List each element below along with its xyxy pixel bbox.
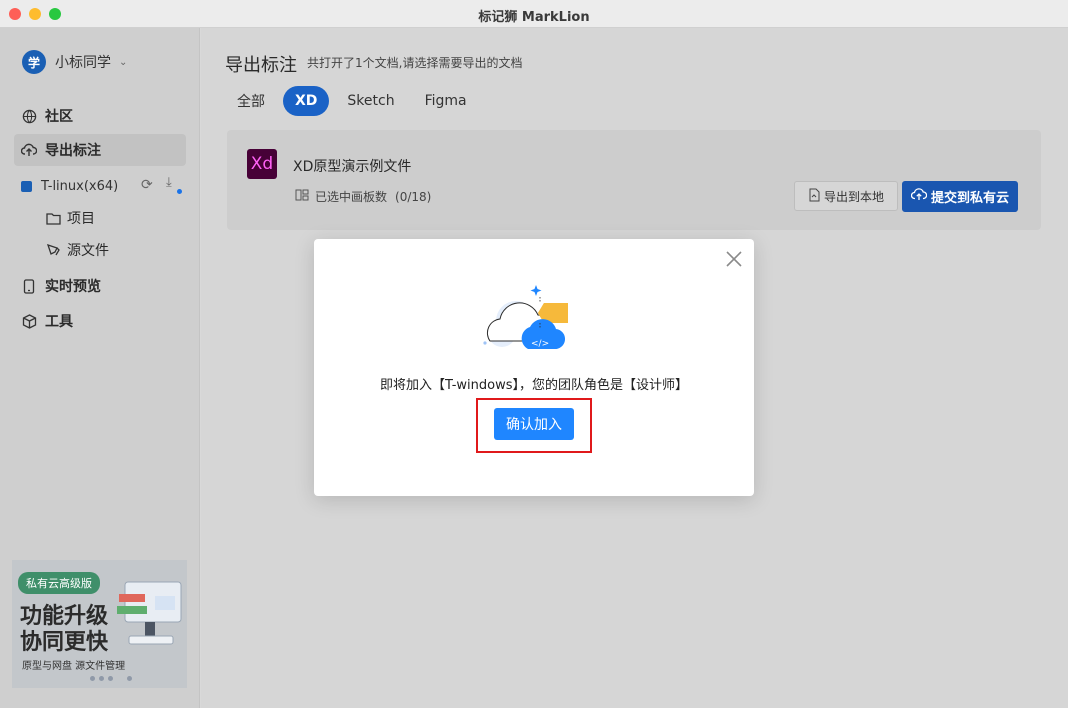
xd-logo-icon: Xd bbox=[247, 149, 277, 179]
export-file-icon bbox=[808, 188, 820, 205]
download-icon[interactable]: ⤓ bbox=[166, 175, 172, 190]
cloud-code-illustration-icon: </> bbox=[483, 285, 568, 350]
selected-artboards: 已选中画板数 (0/18) bbox=[295, 188, 431, 205]
tab-figma[interactable]: Figma bbox=[413, 86, 479, 116]
chevron-down-icon: ⌄ bbox=[119, 56, 128, 68]
avatar: 学 bbox=[22, 50, 46, 74]
window-title: 标记狮 MarkLion bbox=[478, 10, 590, 25]
user-name: 小标同学 bbox=[55, 55, 111, 71]
artboard-icon bbox=[295, 189, 309, 204]
promo-banner[interactable]: 私有云高级版 功能升级 协同更快 原型与网盘 源文件管理 bbox=[12, 560, 187, 688]
phone-icon bbox=[21, 278, 37, 294]
team-item[interactable]: T-linux(x64) ⟳ ⤓ bbox=[21, 175, 191, 195]
button-label: 导出到本地 bbox=[823, 189, 884, 204]
file-card: Xd XD原型演示例文件 已选中画板数 (0/18) 导出到本地 提交到私有云 bbox=[227, 130, 1041, 230]
cloud-upload-icon bbox=[910, 188, 928, 205]
user-menu[interactable]: 学 小标同学 ⌄ bbox=[22, 50, 127, 74]
sidebar-item-tools[interactable]: 工具 bbox=[14, 305, 186, 337]
team-name: T-linux(x64) bbox=[41, 178, 119, 194]
selected-label: 已选中画板数 bbox=[315, 190, 388, 204]
promo-badge: 私有云高级版 bbox=[18, 572, 100, 594]
tab-xd[interactable]: XD bbox=[283, 86, 330, 116]
button-label: 提交到私有云 bbox=[930, 191, 1009, 206]
notification-dot bbox=[177, 189, 182, 194]
page-title: 导出标注 bbox=[225, 55, 297, 76]
carousel-indicator[interactable] bbox=[90, 676, 132, 681]
submit-cloud-button[interactable]: 提交到私有云 bbox=[902, 181, 1018, 212]
sidebar-item-realtime[interactable]: 实时预览 bbox=[14, 270, 186, 302]
title-bar: 标记狮 MarkLion bbox=[0, 0, 1068, 28]
tab-bar: 全部 XD Sketch Figma bbox=[225, 86, 485, 116]
pen-tool-icon bbox=[45, 243, 61, 258]
svg-text:</>: </> bbox=[531, 339, 549, 349]
sidebar-item-label: 项目 bbox=[67, 211, 95, 227]
cloud-upload-icon bbox=[21, 142, 37, 158]
cube-icon bbox=[21, 313, 37, 329]
confirm-join-button[interactable]: 确认加入 bbox=[494, 408, 574, 440]
promo-headline: 协同更快 bbox=[20, 630, 109, 655]
sidebar-item-export[interactable]: 导出标注 bbox=[14, 134, 186, 166]
sidebar-item-label: 实时预览 bbox=[45, 279, 101, 295]
sidebar-item-label: 源文件 bbox=[67, 243, 109, 259]
tab-sketch[interactable]: Sketch bbox=[335, 86, 406, 116]
close-icon[interactable] bbox=[724, 249, 744, 269]
selected-count: (0/18) bbox=[395, 189, 432, 204]
sidebar-item-label: 工具 bbox=[45, 314, 73, 330]
join-team-dialog: </> 即将加入【T-windows】，您的团队角色是【设计师】 确认加入 bbox=[314, 239, 754, 496]
file-name: XD原型演示例文件 bbox=[293, 159, 412, 175]
dialog-message: 即将加入【T-windows】，您的团队角色是【设计师】 bbox=[379, 378, 689, 393]
page-subtitle: 共打开了1个文档,请选择需要导出的文档 bbox=[307, 56, 523, 70]
folder-icon bbox=[45, 212, 61, 225]
sidebar: 学 小标同学 ⌄ 社区 导出标注 T-linux(x64) ⟳ ⤓ 项目 源文件 bbox=[0, 28, 200, 708]
sidebar-item-source[interactable]: 源文件 bbox=[45, 240, 109, 260]
refresh-icon[interactable]: ⟳ bbox=[141, 177, 153, 193]
team-color-icon bbox=[21, 180, 32, 192]
sidebar-item-label: 导出标注 bbox=[45, 143, 101, 159]
sidebar-item-label: 社区 bbox=[45, 109, 73, 125]
export-local-button[interactable]: 导出到本地 bbox=[794, 181, 898, 211]
sidebar-item-community[interactable]: 社区 bbox=[14, 100, 186, 132]
sidebar-item-project[interactable]: 项目 bbox=[45, 208, 95, 228]
tab-all[interactable]: 全部 bbox=[225, 86, 277, 116]
promo-illustration-icon bbox=[117, 581, 182, 645]
basketball-icon bbox=[21, 108, 37, 124]
promo-subtext: 原型与网盘 源文件管理 bbox=[22, 661, 126, 672]
